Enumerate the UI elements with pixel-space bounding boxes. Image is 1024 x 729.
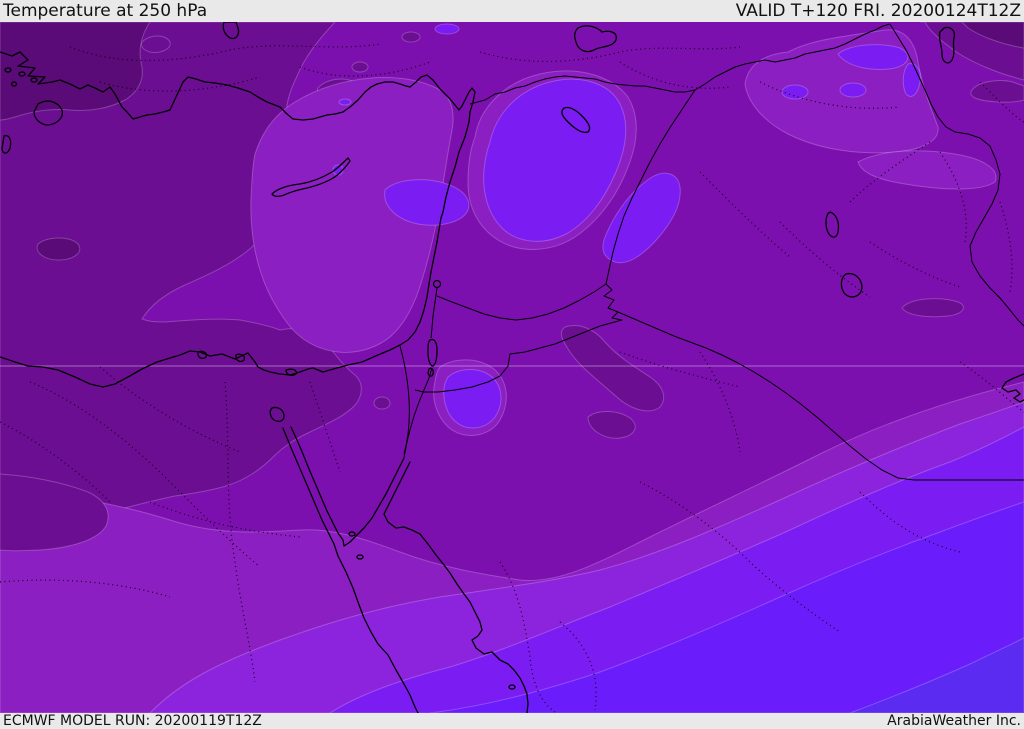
weather-map-window: Temperature at 250 hPa VALID T+120 FRI. … bbox=[0, 0, 1024, 729]
map-canvas bbox=[0, 22, 1024, 713]
status-bar: ECMWF MODEL RUN: 20200119T12Z ArabiaWeat… bbox=[0, 713, 1024, 729]
fill-warmest-blob bbox=[36, 237, 81, 261]
model-run-label: ECMWF MODEL RUN: 20200119T12Z bbox=[3, 713, 262, 729]
temperature-map bbox=[0, 22, 1024, 713]
brand-label: ArabiaWeather Inc. bbox=[887, 713, 1021, 729]
valid-time-label: VALID T+120 FRI. 20200124T12Z bbox=[735, 1, 1021, 21]
title-bar: Temperature at 250 hPa VALID T+120 FRI. … bbox=[0, 0, 1024, 22]
page-title: Temperature at 250 hPa bbox=[3, 1, 208, 21]
